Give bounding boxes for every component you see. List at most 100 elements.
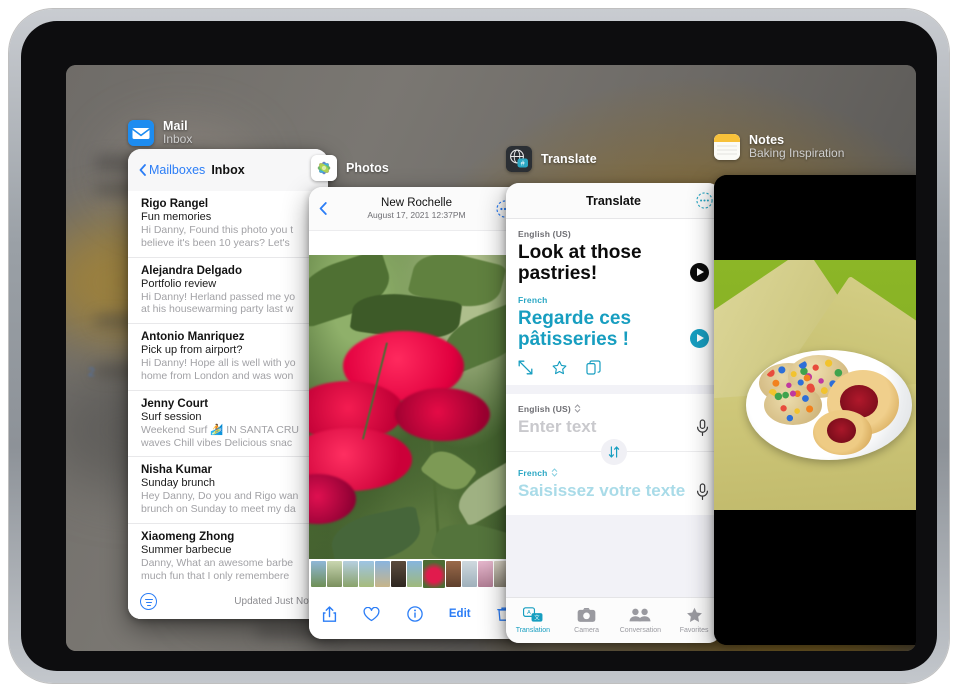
tab-label: Favorites <box>679 627 709 634</box>
table-row[interactable]: Rigo Rangel Fun memories Hi Danny, Found… <box>128 191 328 258</box>
preview-line-1: Hey Danny, Do you and Rigo wan <box>141 490 299 503</box>
list-item-selected[interactable] <box>423 560 445 588</box>
mail-app-window[interactable]: Mailboxes Inbox Rigo Rangel Fun memories… <box>128 149 328 619</box>
sender-name: Jenny Court <box>141 397 209 410</box>
preview-line-1: Weekend Surf 🏄 IN SANTA CRU <box>141 423 299 436</box>
translate-app-window[interactable]: Translate English (US) Look at those pas… <box>506 183 721 643</box>
info-icon[interactable] <box>406 606 423 622</box>
list-item[interactable] <box>407 561 422 587</box>
target-input-placeholder[interactable]: Saisissez votre texte <box>518 481 690 500</box>
back-label: Mailboxes <box>149 163 206 177</box>
app-label-notes[interactable]: Notes Baking Inspiration <box>714 133 844 160</box>
swap-vertical-icon <box>608 446 619 458</box>
list-item[interactable] <box>462 561 477 587</box>
notes-app-window[interactable] <box>714 175 916 645</box>
table-row[interactable]: Nisha Kumar Sunday brunch Hey Danny, Do … <box>128 457 328 524</box>
chevron-left-icon[interactable] <box>319 202 327 215</box>
list-item[interactable] <box>359 561 374 587</box>
app-label-photos[interactable]: Photos <box>311 155 389 181</box>
preview-line-2: much fun that I only remembere <box>141 569 290 582</box>
chevron-updown-icon[interactable] <box>551 468 558 478</box>
list-item[interactable] <box>446 561 461 587</box>
photos-toolbar[interactable]: Edit <box>309 589 524 639</box>
rose-photo <box>309 255 524 587</box>
sender-name: Nisha Kumar <box>141 464 212 477</box>
background-number: 2 <box>88 365 95 379</box>
list-item[interactable] <box>327 561 342 587</box>
preview-line-2: home from London and was won <box>141 369 294 382</box>
conversation-icon <box>629 608 651 622</box>
letterbox-top <box>714 175 916 260</box>
microphone-icon[interactable] <box>696 483 709 501</box>
table-row[interactable]: Xiaomeng Zhong Summer barbecue Danny, Wh… <box>128 524 328 591</box>
chevron-updown-icon[interactable] <box>574 404 581 414</box>
list-item[interactable] <box>343 561 358 587</box>
preview-line-1: Hi Danny! Herland passed me yo <box>141 290 296 303</box>
copy-icon[interactable] <box>586 360 601 375</box>
mailboxes-back-button[interactable]: Mailboxes <box>139 163 205 177</box>
expand-icon[interactable] <box>518 360 533 375</box>
app-name: Translate <box>541 152 597 166</box>
list-item[interactable] <box>478 561 493 587</box>
entry-source-language[interactable]: English (US) <box>518 404 571 414</box>
photo-viewer[interactable] <box>309 255 524 587</box>
notes-icon <box>714 133 740 160</box>
list-item[interactable] <box>311 561 326 587</box>
edit-button[interactable]: Edit <box>449 608 471 620</box>
photos-title-block: New Rochelle August 17, 2021 12:37PM <box>309 197 524 220</box>
app-name: Notes <box>749 133 785 147</box>
swap-languages-button[interactable] <box>600 438 627 465</box>
heart-icon[interactable] <box>363 606 380 622</box>
more-circle-icon[interactable] <box>696 192 713 209</box>
translation-actions[interactable] <box>518 351 709 375</box>
star-icon <box>686 607 702 622</box>
filter-icon[interactable] <box>140 592 157 610</box>
list-item[interactable] <box>375 561 390 587</box>
mail-footer: Updated Just Now <box>128 583 328 619</box>
list-item[interactable] <box>391 561 406 587</box>
app-label-translate[interactable]: # Translate <box>506 146 597 172</box>
target-entry-block[interactable]: French Saisissez votre texte <box>506 438 721 515</box>
translate-entry-card[interactable]: English (US) Enter text French Saisissez… <box>506 393 721 515</box>
photos-navigation-bar: New Rochelle August 17, 2021 12:37PM <box>309 187 524 231</box>
photos-app-window[interactable]: New Rochelle August 17, 2021 12:37PM Edi… <box>309 187 524 639</box>
tab-camera[interactable]: Camera <box>560 607 614 634</box>
app-subtitle: Inbox <box>163 132 193 146</box>
table-row[interactable]: Antonio Manriquez Pick up from airport? … <box>128 324 328 391</box>
share-icon[interactable] <box>322 605 337 623</box>
source-language-label: English (US) <box>518 229 571 239</box>
photo-filmstrip[interactable] <box>309 559 524 589</box>
photo-location: New Rochelle <box>381 197 452 209</box>
app-label-mail[interactable]: Mail Inbox <box>128 119 192 146</box>
sender-name: Alejandra Delgado <box>141 264 242 277</box>
translate-icon: # <box>506 146 532 172</box>
translation-result-card[interactable]: English (US) Look at those pastries! Fre… <box>506 219 721 385</box>
sender-name: Xiaomeng Zhong <box>141 530 235 543</box>
target-text: Regarde ces pâtisseries ! <box>518 307 632 351</box>
play-target-audio-button[interactable] <box>690 328 709 348</box>
table-row[interactable]: Alejandra Delgado Portfolio review Hi Da… <box>128 258 328 325</box>
preview-line-2: brunch on Sunday to meet my da <box>141 503 296 516</box>
chevron-left-icon <box>139 164 146 176</box>
tab-conversation[interactable]: Conversation <box>614 607 668 634</box>
entry-target-language[interactable]: French <box>518 468 548 478</box>
app-subtitle: Baking Inspiration <box>749 146 845 160</box>
subject: Portfolio review <box>141 277 217 290</box>
tab-translation[interactable]: A 文 Translation <box>506 607 560 634</box>
mail-message-list[interactable]: Rigo Rangel Fun memories Hi Danny, Found… <box>128 191 328 619</box>
translate-title: Translate <box>586 193 641 208</box>
tab-favorites[interactable]: Favorites <box>667 607 721 634</box>
preview-line-1: Hi Danny! Hope all is well with yo <box>141 357 296 370</box>
svg-text:A: A <box>527 610 531 616</box>
translate-tab-bar[interactable]: A 文 Translation Camera Conversation Favo… <box>506 597 721 643</box>
subject: Fun memories <box>141 211 212 223</box>
favorite-star-icon[interactable] <box>552 360 567 375</box>
source-input-placeholder[interactable]: Enter text <box>518 417 690 436</box>
table-row[interactable]: Jenny Court Surf session Weekend Surf 🏄 … <box>128 391 328 458</box>
mail-update-status: Updated Just Now <box>234 595 316 607</box>
microphone-icon[interactable] <box>696 419 709 437</box>
source-text: Look at those pastries! <box>518 242 642 285</box>
mail-icon <box>128 119 154 146</box>
ipad-device: 2 Mail Inbox Photos # Translate Notes Ba… <box>0 0 958 692</box>
play-source-audio-button[interactable] <box>690 262 709 282</box>
